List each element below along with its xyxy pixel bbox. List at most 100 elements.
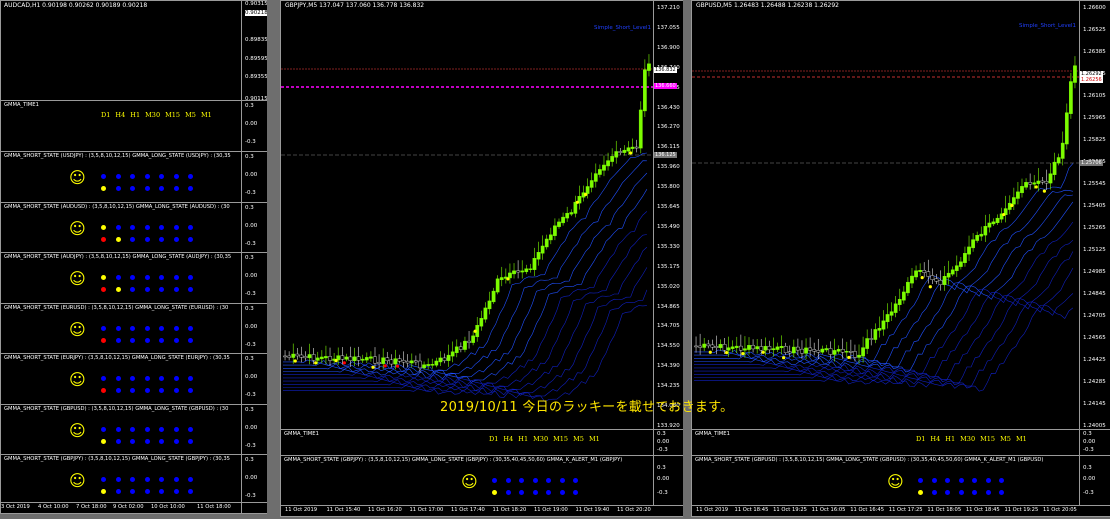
state-dot	[173, 337, 179, 343]
smiley-icon: ☺	[69, 269, 86, 288]
gmma-time-panel: GMMA_TIME1 D1 H4 H1 M30 M15 M5 M1	[4, 102, 212, 119]
price-tick: 1.26525	[1083, 27, 1106, 33]
state-dot	[115, 224, 121, 230]
state-dot	[188, 287, 193, 292]
state-dot	[115, 337, 121, 343]
state-dot	[931, 478, 937, 483]
gmma-state-panel: GMMA_SHORT_STATE (GBPJPY) : (3,5,8,10,12…	[281, 456, 653, 506]
state-dot	[115, 174, 121, 179]
price-tick: 137.210	[657, 5, 680, 11]
time-tick: 11 Oct 16:05	[811, 507, 846, 513]
gmma-state-panel: GMMA_SHORT_STATE (EURUSD) : (3,5,8,10,12…	[1, 304, 241, 353]
time-tick: 11 Oct 18:20	[492, 507, 527, 513]
time-tick: 11 Oct 18:45	[734, 507, 769, 513]
state-dot	[999, 490, 1004, 495]
state-dot	[188, 186, 193, 191]
price-tick: 137.055	[657, 24, 680, 31]
state-dot	[159, 477, 164, 482]
state-dot	[144, 426, 150, 432]
state-dot	[101, 376, 106, 381]
state-dot	[188, 388, 193, 393]
state-dot	[159, 489, 164, 494]
state-dot	[188, 236, 193, 242]
price-tick: 134.550	[657, 343, 680, 350]
state-dot	[130, 287, 135, 292]
gmma-state-panel: GMMA_SHORT_STATE (GBPUSD) : (3,5,8,10,12…	[692, 456, 1079, 506]
smiley-icon: ☺	[887, 472, 904, 491]
time-tick: 11 Oct 15:40	[326, 507, 361, 513]
state-dot	[173, 426, 179, 432]
state-dot	[144, 174, 150, 179]
time-axis: 3 Oct 2019 4 Oct 10:00 7 Oct 18:00 9 Oct…	[1, 502, 267, 513]
smiley-icon: ☺	[461, 472, 478, 491]
state-dot	[173, 388, 179, 393]
state-dot	[519, 490, 524, 495]
state-dot	[159, 174, 164, 179]
gmma-time-panel: GMMA_TIME1 D1 H4 H1 M30 M15 M5 M1	[284, 431, 600, 443]
magenta-line-tag: 136.660	[654, 83, 677, 89]
state-dot	[144, 275, 150, 280]
gmma-state-panel: GMMA_SHORT_STATE (GBPUSD) : (3,5,8,10,12…	[1, 405, 241, 454]
state-dot	[546, 490, 551, 495]
audcad-chart-window[interactable]: AUDCAD,H1 0.90198 0.90262 0.90189 0.9021…	[0, 0, 268, 514]
state-dot	[115, 376, 121, 381]
price-tick: 135.800	[657, 184, 680, 191]
price-tick: 1.26105	[1083, 93, 1106, 99]
time-tick: 11 Oct 17:00	[409, 507, 444, 513]
state-dot	[159, 337, 164, 343]
state-dot	[573, 478, 578, 483]
gbpusd-price-chart[interactable]	[692, 11, 1079, 429]
state-dot	[101, 224, 106, 230]
state-dot	[918, 490, 923, 495]
price-tick: 1.24425	[1083, 357, 1106, 363]
time-tick: 11 Oct 20:05	[1043, 507, 1077, 513]
smiley-icon: ☺	[69, 420, 86, 440]
line-price-tag: 1.26256	[1080, 77, 1103, 83]
price-tick: 1.25965	[1083, 115, 1106, 121]
state-dot	[144, 287, 150, 292]
price-tick: 1.26600	[1083, 5, 1106, 11]
state-dot	[492, 478, 497, 483]
gbpjpy-price-chart[interactable]	[281, 11, 653, 429]
state-dot	[159, 325, 164, 331]
state-dot	[144, 489, 150, 494]
state-dot	[532, 490, 538, 495]
bid-price-tag: 136.832	[654, 67, 677, 73]
state-dot	[115, 489, 121, 494]
state-dot	[159, 388, 164, 393]
state-dot	[101, 426, 106, 432]
state-dot	[492, 490, 497, 495]
gbpusd-chart-window[interactable]: GBPUSD,M5 1.26483 1.26488 1.26238 1.2629…	[691, 0, 1110, 517]
price-tick: 1.24285	[1083, 379, 1106, 385]
time-tick: 11 Oct 19:25	[1004, 507, 1039, 513]
price-tick: 135.175	[657, 263, 680, 270]
state-dot	[559, 490, 565, 495]
state-dot	[188, 325, 193, 331]
state-dot	[130, 337, 135, 343]
state-dot	[115, 438, 121, 444]
smiley-icon: ☺	[69, 319, 86, 339]
state-dot	[101, 477, 106, 482]
gbpjpy-chart-window[interactable]: GBPJPY,M5 137.047 137.060 136.778 136.83…	[280, 0, 684, 517]
state-dot	[115, 325, 121, 331]
price-tick: 1.25545	[1083, 181, 1106, 187]
state-dot	[130, 325, 135, 331]
state-dot	[931, 490, 937, 495]
state-dot	[573, 490, 578, 495]
panel-label: GMMA_SHORT_STATE (EURJPY) : (3,5,8,10,12…	[4, 355, 230, 361]
state-dot	[188, 174, 193, 179]
state-dot	[999, 478, 1004, 483]
state-dot	[130, 186, 135, 191]
state-dot	[130, 426, 135, 432]
price-tag: 0.90218	[245, 10, 268, 16]
state-dot	[144, 376, 150, 381]
state-dot	[101, 287, 106, 292]
state-dot	[115, 477, 121, 482]
state-dot	[188, 376, 193, 381]
state-dot	[115, 236, 121, 242]
state-dot	[985, 478, 991, 483]
state-dot	[159, 287, 164, 292]
audcad-price-chart[interactable]	[1, 11, 241, 99]
gmma-state-panel: GMMA_SHORT_STATE (USDJPY) : (3,5,8,10,12…	[1, 152, 241, 201]
state-dot	[945, 478, 950, 483]
